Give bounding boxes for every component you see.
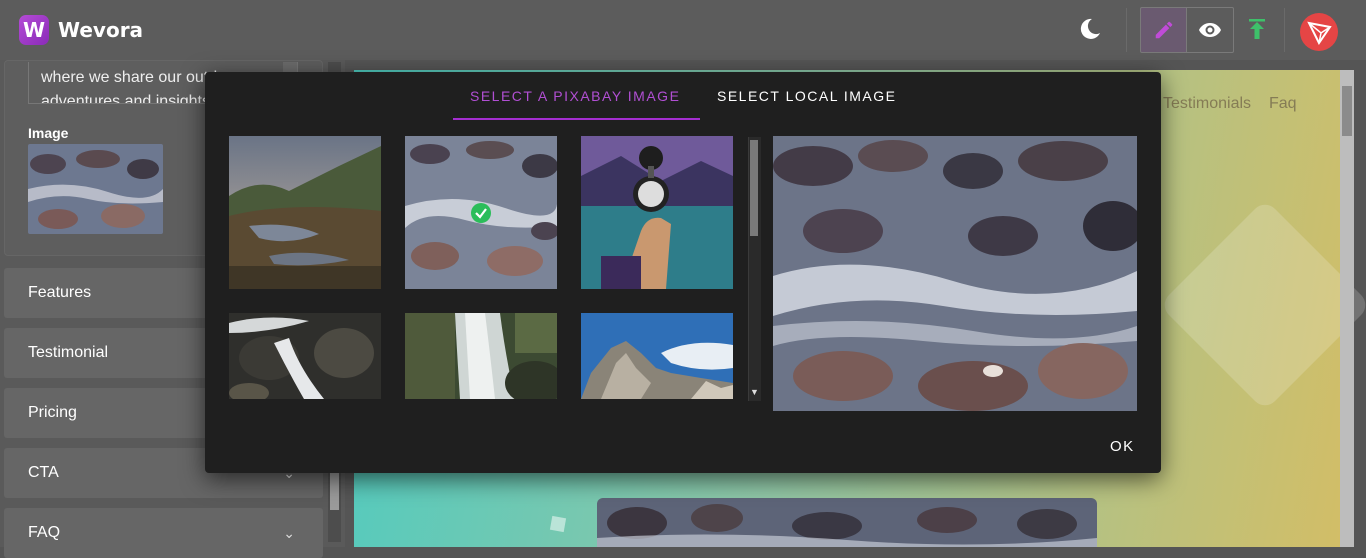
waterfall-rocks-image[interactable] [229,313,381,399]
tab-local-image[interactable]: SELECT LOCAL IMAGE [717,88,897,104]
sidebar-scrollbar-thumb[interactable] [330,470,339,510]
compass-hand-image[interactable] [581,136,733,289]
forest-waterfall-image[interactable] [405,313,557,399]
image-grid-scrollbar-thumb[interactable] [750,140,758,236]
image-picker-dialog: SELECT A PIXABAY IMAGE SELECT LOCAL IMAG… [205,72,1161,473]
pencil-icon [1155,21,1173,39]
decorative-square [549,515,567,533]
divider [1126,8,1127,52]
section-label: CTA [28,464,59,481]
mountain-peak-image[interactable] [581,313,733,399]
ok-button[interactable]: OK [1110,438,1135,455]
river-rocks-thumbnail [28,144,163,234]
preview-mode-button[interactable] [1187,7,1234,53]
tron-logo-icon [1307,21,1332,45]
section-label: Testimonial [28,344,109,361]
nav-testimonials[interactable]: Testimonials [1163,95,1251,113]
app-logo: W [19,15,49,45]
chevron-down-icon: ⌄ [283,525,295,541]
nav-faq[interactable]: Faq [1269,95,1297,113]
avatar-icon[interactable] [1300,13,1338,51]
eye-icon [1199,23,1221,37]
active-tab-indicator [453,118,700,120]
section-faq[interactable]: FAQ ⌄ [4,508,323,558]
moon-icon[interactable] [1078,17,1102,41]
preview-scrollbar-thumb[interactable] [1342,86,1352,136]
upload-icon[interactable] [1245,17,1269,41]
selected-check-icon [471,203,491,223]
preview-scrollbar[interactable] [1340,70,1354,547]
edit-mode-button[interactable] [1140,7,1187,53]
top-bar: W Wevora [0,0,1366,60]
tab-pixabay-image[interactable]: SELECT A PIXABAY IMAGE [470,88,680,104]
section-label: Pricing [28,404,77,421]
selected-image-thumbnail[interactable] [28,144,163,234]
section-label: FAQ [28,524,61,541]
image-label: Image [28,125,69,141]
selected-image-preview [773,136,1137,411]
app-title: Wevora [58,18,144,42]
scroll-down-arrow-icon[interactable]: ▼ [750,387,759,397]
section-label: Features [28,284,92,301]
hero-image [597,498,1097,547]
mountain-meadow-image[interactable] [229,136,381,289]
divider [1284,8,1285,52]
